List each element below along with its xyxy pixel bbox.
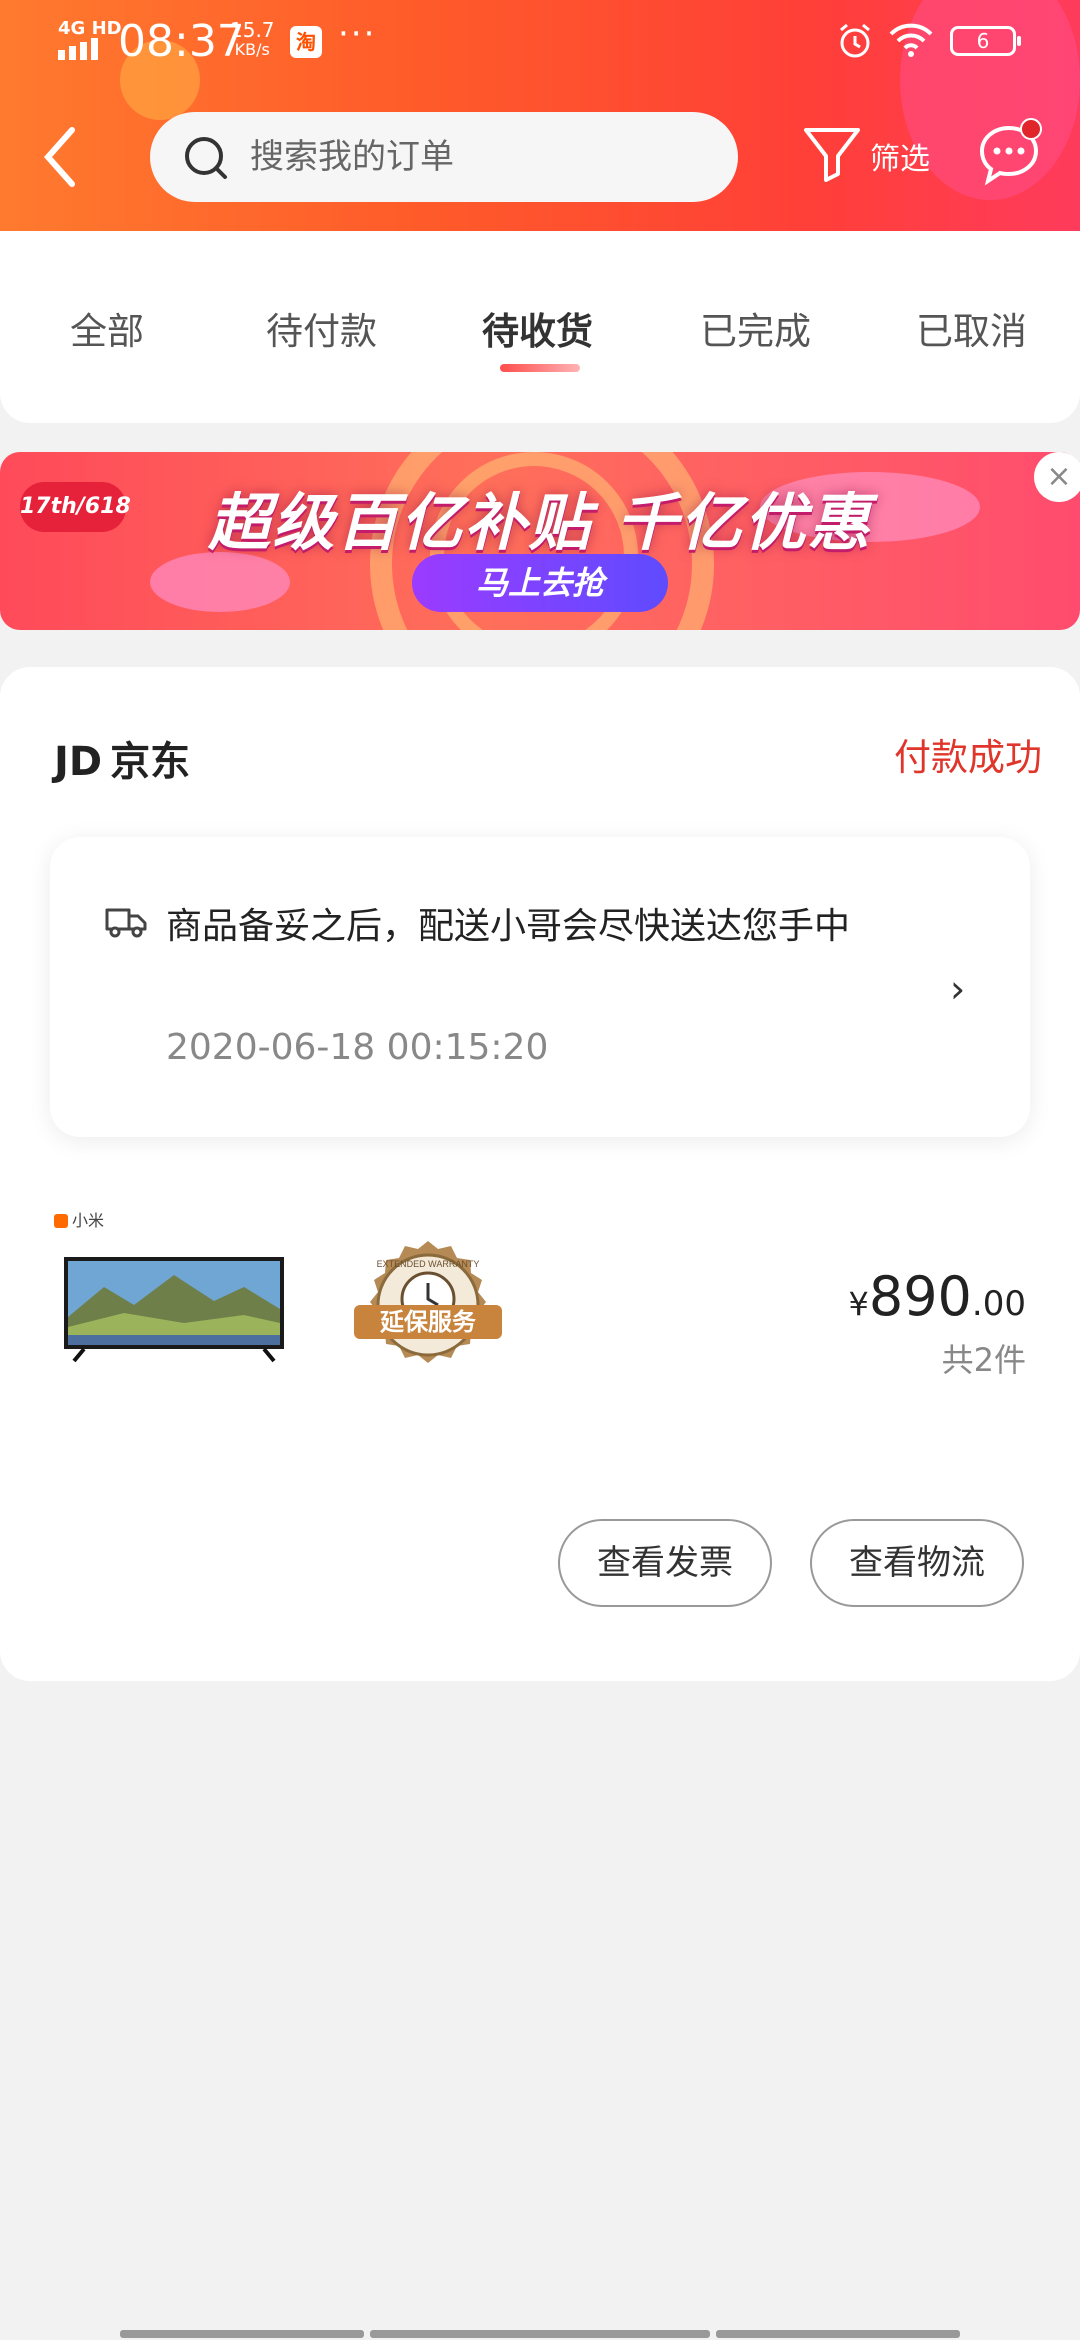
net-speed-unit: KB/s: [234, 40, 270, 59]
clock: 08:37: [118, 16, 245, 67]
warranty-badge-image[interactable]: EXTENDED WARRANTY 延保服务: [348, 1237, 508, 1387]
filter-label: 筛选: [870, 142, 930, 177]
price-decimal: .00: [971, 1284, 1026, 1324]
view-logistics-button[interactable]: 查看物流: [810, 1519, 1024, 1607]
price-integer: 890: [868, 1265, 972, 1328]
close-banner-button[interactable]: ×: [1034, 452, 1080, 502]
taobao-notification-icon: 淘: [290, 26, 322, 58]
brand-name: 小米: [72, 1211, 105, 1230]
shipping-time: 2020-06-18 00:15:20: [166, 1027, 549, 1068]
tab-completed[interactable]: 已完成: [700, 301, 811, 355]
chevron-right-icon: ›: [950, 967, 966, 1011]
unread-dot: [1020, 118, 1042, 140]
shop-label: 京东: [110, 739, 191, 785]
filter-button[interactable]: 筛选: [800, 122, 940, 192]
mi-logo-icon: [54, 1214, 68, 1228]
net-speed-value: 15.7: [230, 18, 275, 42]
network-indicator: 4G HD: [58, 18, 122, 39]
order-card[interactable]: JD 京东 付款成功 商品备妥之后，配送小哥会尽快送达您手中 2020-06-18…: [0, 667, 1080, 1681]
alarm-icon: [840, 23, 870, 58]
view-invoice-button[interactable]: 查看发票: [558, 1519, 772, 1607]
promo-banner[interactable]: 17th/618 超级百亿补贴 千亿优惠 马上去抢: [0, 452, 1080, 630]
jd-logo: JD: [54, 739, 103, 785]
shop-name[interactable]: JD 京东: [54, 729, 190, 787]
filter-icon: [804, 128, 860, 182]
wifi-icon: [889, 23, 933, 57]
nav-gesture-bar: [370, 2330, 710, 2338]
more-notifications-icon: ···: [338, 14, 377, 54]
nav-gesture-bar: [120, 2330, 364, 2338]
battery-icon: 6: [950, 26, 1021, 56]
warranty-label: 延保服务: [379, 1308, 477, 1336]
search-placeholder: 搜索我的订单: [250, 137, 454, 177]
signal-icon: [58, 38, 102, 60]
shipping-info[interactable]: 商品备妥之后，配送小哥会尽快送达您手中 2020-06-18 00:15:20 …: [50, 837, 1030, 1137]
price-currency: ¥: [848, 1285, 869, 1323]
tab-pending-payment[interactable]: 待付款: [266, 301, 377, 355]
tab-cancelled[interactable]: 已取消: [916, 301, 1027, 355]
net-speed: 15.7 KB/s: [230, 20, 275, 60]
status-bar: 4G HD 08:37 15.7 KB/s 淘 ··· 6: [0, 0, 1080, 88]
truck-icon: [105, 908, 147, 938]
order-status: 付款成功: [894, 736, 1042, 779]
back-arrow-icon[interactable]: [40, 122, 80, 192]
nav-gesture-bar: [716, 2330, 960, 2338]
header: 4G HD 08:37 15.7 KB/s 淘 ··· 6 搜索我的订单 筛选: [0, 0, 1080, 231]
tv-product-image[interactable]: [64, 1257, 284, 1367]
promo-title: 超级百亿补贴 千亿优惠: [208, 486, 872, 559]
tab-pending-receipt[interactable]: 待收货: [482, 301, 593, 355]
order-tabs: 全部 待付款 待收货 已完成 已取消: [0, 231, 1080, 423]
warranty-ring-text: EXTENDED WARRANTY: [377, 1259, 480, 1269]
search-input[interactable]: 搜索我的订单: [150, 112, 738, 202]
active-tab-indicator: [500, 364, 580, 372]
promo-cta-button[interactable]: 马上去抢: [412, 554, 668, 612]
item-count: 共2件: [941, 1341, 1026, 1379]
message-button[interactable]: [976, 118, 1042, 188]
shipping-message: 商品备妥之后，配送小哥会尽快送达您手中: [166, 906, 851, 947]
brand-logo: 小米: [54, 1207, 104, 1231]
tab-all[interactable]: 全部: [70, 301, 144, 355]
search-icon: [185, 137, 227, 179]
order-price: ¥890.00: [848, 1265, 1026, 1328]
